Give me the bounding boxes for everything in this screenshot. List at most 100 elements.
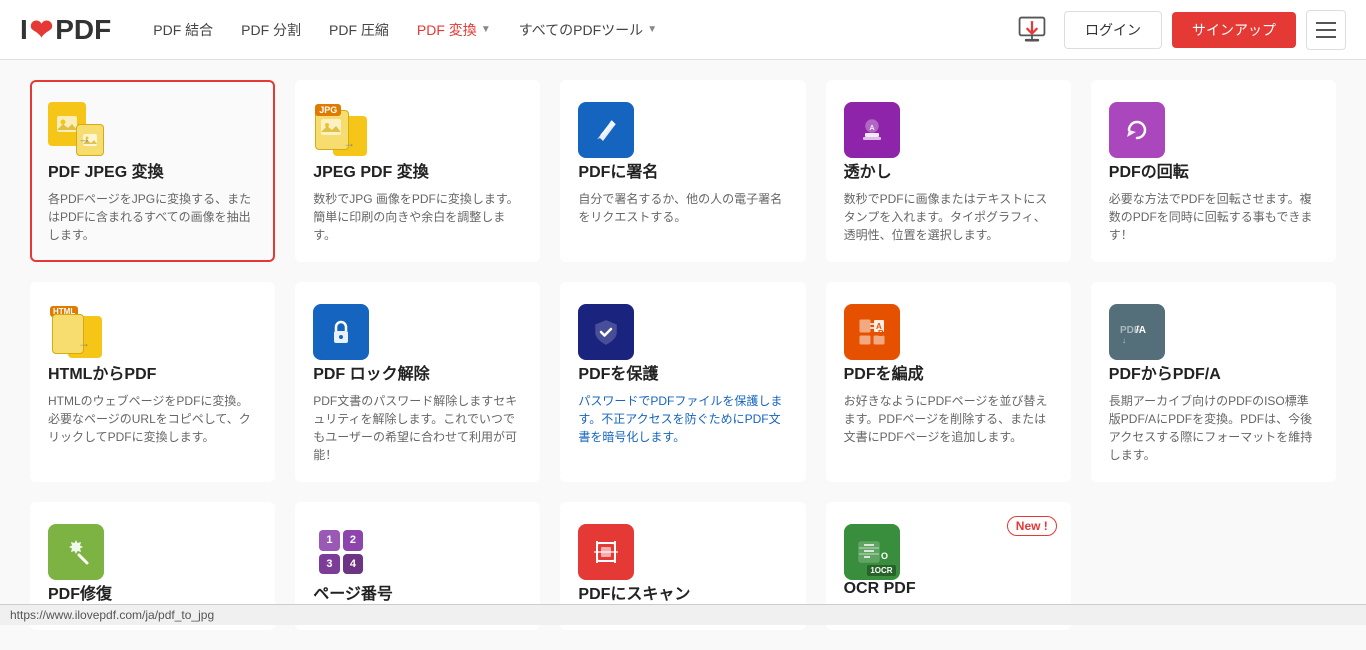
tool-title-jpeg-pdf: JPEG PDF 変換 <box>313 158 522 182</box>
tool-title-pdf-jpeg: PDF JPEG 変換 <box>48 158 257 182</box>
nav-label-all-tools: すべてのPDFツール <box>519 20 643 40</box>
tool-desc-watermark: 数秒でPDFに画像またはテキストにスタンプを入れます。タイポグラフィ、透明性、位… <box>844 190 1053 244</box>
num-grid: 1 2 3 4 <box>313 524 369 580</box>
menu-bar-1 <box>1316 22 1336 24</box>
chevron-down-icon-2: ▼ <box>647 24 657 35</box>
new-badge: New ! <box>1007 516 1057 536</box>
pdfa-svg-icon: PDF ↓ /A <box>1120 317 1154 347</box>
tool-title-rotate: PDFの回転 <box>1109 158 1318 182</box>
tool-title-pdfa: PDFからPDF/A <box>1109 360 1318 384</box>
svg-text:/A: /A <box>1136 325 1146 336</box>
download-desktop-button[interactable] <box>1010 8 1054 52</box>
menu-bar-3 <box>1316 36 1336 38</box>
tool-desc-edit: お好きなようにPDFページを並び替えます。PDFページを削除する、または文書にP… <box>844 392 1053 446</box>
svg-text:B: B <box>878 329 884 338</box>
tool-card-html-pdf[interactable]: HTML → HTMLからPDF HTMLのウェブページをPDFに変換。必要なペ… <box>30 282 275 482</box>
ocr-svg-icon: OCR <box>856 537 888 567</box>
signup-button[interactable]: サインアップ <box>1172 12 1296 48</box>
tool-desc-sign: 自分で署名するか、他の人の電子署名をリクエストする。 <box>578 190 787 226</box>
pdfa-icon: PDF ↓ /A <box>1109 304 1165 360</box>
header-right: ログイン サインアップ <box>1010 8 1346 52</box>
tool-card-pdfa[interactable]: PDF ↓ /A PDFからPDF/A 長期アーカイブ向けのPDFのISO標準版… <box>1091 282 1336 482</box>
nav-label-compress: PDF 圧縮 <box>329 20 389 40</box>
logo-pdf: PDF <box>55 14 111 46</box>
lock-svg-icon <box>326 317 356 347</box>
nav-label-merge: PDF 結合 <box>153 20 213 40</box>
tool-title-scan: PDFにスキャン <box>578 580 787 604</box>
num-cell-1: 1 <box>319 530 340 551</box>
html-pdf-icon-wrap: HTML → <box>48 304 104 360</box>
download-desktop-icon <box>1016 14 1048 46</box>
scan-svg-icon <box>591 537 621 567</box>
tool-card-rotate[interactable]: PDFの回転 必要な方法でPDFを回転させます。複数のPDFを同時に回転する事も… <box>1091 80 1336 262</box>
tool-title-watermark: 透かし <box>844 158 1053 182</box>
edit-icon: A B <box>844 304 900 360</box>
svg-text:A: A <box>869 125 874 132</box>
nav-item-convert[interactable]: PDF 変換 ▼ <box>405 12 503 48</box>
tool-title-edit: PDFを編成 <box>844 360 1053 384</box>
tool-card-sign[interactable]: PDFに署名 自分で署名するか、他の人の電子署名をリクエストする。 <box>560 80 805 262</box>
num-cell-3: 3 <box>319 554 340 575</box>
tool-title-html-pdf: HTMLからPDF <box>48 360 257 384</box>
shield-icon <box>578 304 634 360</box>
tools-grid: → PDF JPEG 変換 各PDFページをJPGに変換する、またはPDFに含ま… <box>30 80 1336 630</box>
tool-title-sign: PDFに署名 <box>578 158 787 182</box>
tool-card-protect[interactable]: PDFを保護 パスワードでPDFファイルを保護します。不正アクセスを防ぐためにP… <box>560 282 805 482</box>
num-cell-2: 2 <box>343 530 364 551</box>
repair-svg-icon <box>61 537 91 567</box>
svg-text:OCR: OCR <box>881 551 888 561</box>
img-stack-icon <box>320 117 342 137</box>
tool-card-pdf-jpeg[interactable]: → PDF JPEG 変換 各PDFページをJPGに変換する、またはPDFに含ま… <box>30 80 275 262</box>
tool-card-edit[interactable]: A B PDFを編成 お好きなようにPDFページを並び替えます。PDFページを削… <box>826 282 1071 482</box>
main-content: → PDF JPEG 変換 各PDFページをJPGに変換する、またはPDFに含ま… <box>0 60 1366 650</box>
tool-title-repair: PDF修復 <box>48 580 257 604</box>
shield-svg-icon <box>591 317 621 347</box>
watermark-icon: A <box>844 102 900 158</box>
login-button[interactable]: ログイン <box>1064 11 1162 49</box>
ocr-text-badge: 1OCR <box>867 565 895 576</box>
svg-text:↓: ↓ <box>1122 336 1126 345</box>
edit-svg-icon: A B <box>856 316 888 348</box>
tool-desc-jpeg-pdf: 数秒でJPG 画像をPDFに変換します。簡単に印刷の向きや余白を調整します。 <box>313 190 522 244</box>
menu-bar-2 <box>1316 29 1336 31</box>
pdf-jpeg-icon: → <box>48 102 104 158</box>
nav-label-split: PDF 分割 <box>241 20 301 40</box>
hamburger-menu-button[interactable] <box>1306 10 1346 50</box>
nav-item-all-tools[interactable]: すべてのPDFツール ▼ <box>507 12 669 48</box>
tool-desc-protect: パスワードでPDFファイルを保護します。不正アクセスを防ぐためにPDF文書を暗号… <box>578 392 787 446</box>
statusbar: https://www.ilovepdf.com/ja/pdf_to_jpg <box>0 604 1366 625</box>
num-cell-4: 4 <box>343 554 364 575</box>
pen-icon <box>591 115 621 145</box>
nav-label-convert: PDF 変換 <box>417 20 477 40</box>
tool-desc-unlock: PDF文書のパスワード解除しますセキュリティを解除します。これでいつでもユーザー… <box>313 392 522 464</box>
scan-icon <box>578 524 634 580</box>
tool-desc-pdfa: 長期アーカイブ向けのPDFのISO標準版PDF/AにPDFを変換。PDFは、今後… <box>1109 392 1318 464</box>
nav-item-merge[interactable]: PDF 結合 <box>141 12 225 48</box>
jpg-badge: JPG <box>315 104 341 116</box>
arrow-icon-2: → <box>343 136 355 150</box>
tool-card-watermark[interactable]: A 透かし 数秒でPDFに画像またはテキストにスタンプを入れます。タイポグラフィ… <box>826 80 1071 262</box>
header: I❤PDF PDF 結合 PDF 分割 PDF 圧縮 PDF 変換 ▼ すべての… <box>0 0 1366 60</box>
stamp-icon: A <box>857 115 887 145</box>
rotate-icon <box>1109 102 1165 158</box>
jpeg-pdf-icon-wrap: JPG → <box>313 102 369 158</box>
tool-desc-rotate: 必要な方法でPDFを回転させます。複数のPDFを同時に回転する事もできます！ <box>1109 190 1318 244</box>
tool-card-jpeg-pdf[interactable]: JPG → JPEG PDF 変換 数秒でJPG 画像をPDFに変換します。簡単… <box>295 80 540 262</box>
tool-title-ocr: OCR PDF <box>844 580 1053 598</box>
rotate-svg-icon <box>1122 115 1152 145</box>
tool-desc-html-pdf: HTMLのウェブページをPDFに変換。必要なページのURLをコピペして、クリック… <box>48 392 257 446</box>
nav-item-compress[interactable]: PDF 圧縮 <box>317 12 401 48</box>
logo[interactable]: I❤PDF <box>20 13 111 46</box>
sign-icon <box>578 102 634 158</box>
arrow-icon-3: → <box>78 336 90 350</box>
main-nav: PDF 結合 PDF 分割 PDF 圧縮 PDF 変換 ▼ すべてのPDFツール… <box>141 12 1010 48</box>
tool-title-protect: PDFを保護 <box>578 360 787 384</box>
statusbar-url: https://www.ilovepdf.com/ja/pdf_to_jpg <box>10 608 214 622</box>
lock-icon <box>313 304 369 360</box>
tool-card-unlock[interactable]: PDF ロック解除 PDF文書のパスワード解除しますセキュリティを解除します。こ… <box>295 282 540 482</box>
tool-title-unlock: PDF ロック解除 <box>313 360 522 384</box>
tool-title-page-num: ページ番号 <box>313 580 522 604</box>
page-num-icon: 1 2 3 4 <box>313 524 369 580</box>
nav-item-split[interactable]: PDF 分割 <box>229 12 313 48</box>
ocr-icon: OCR 1OCR <box>844 524 900 580</box>
